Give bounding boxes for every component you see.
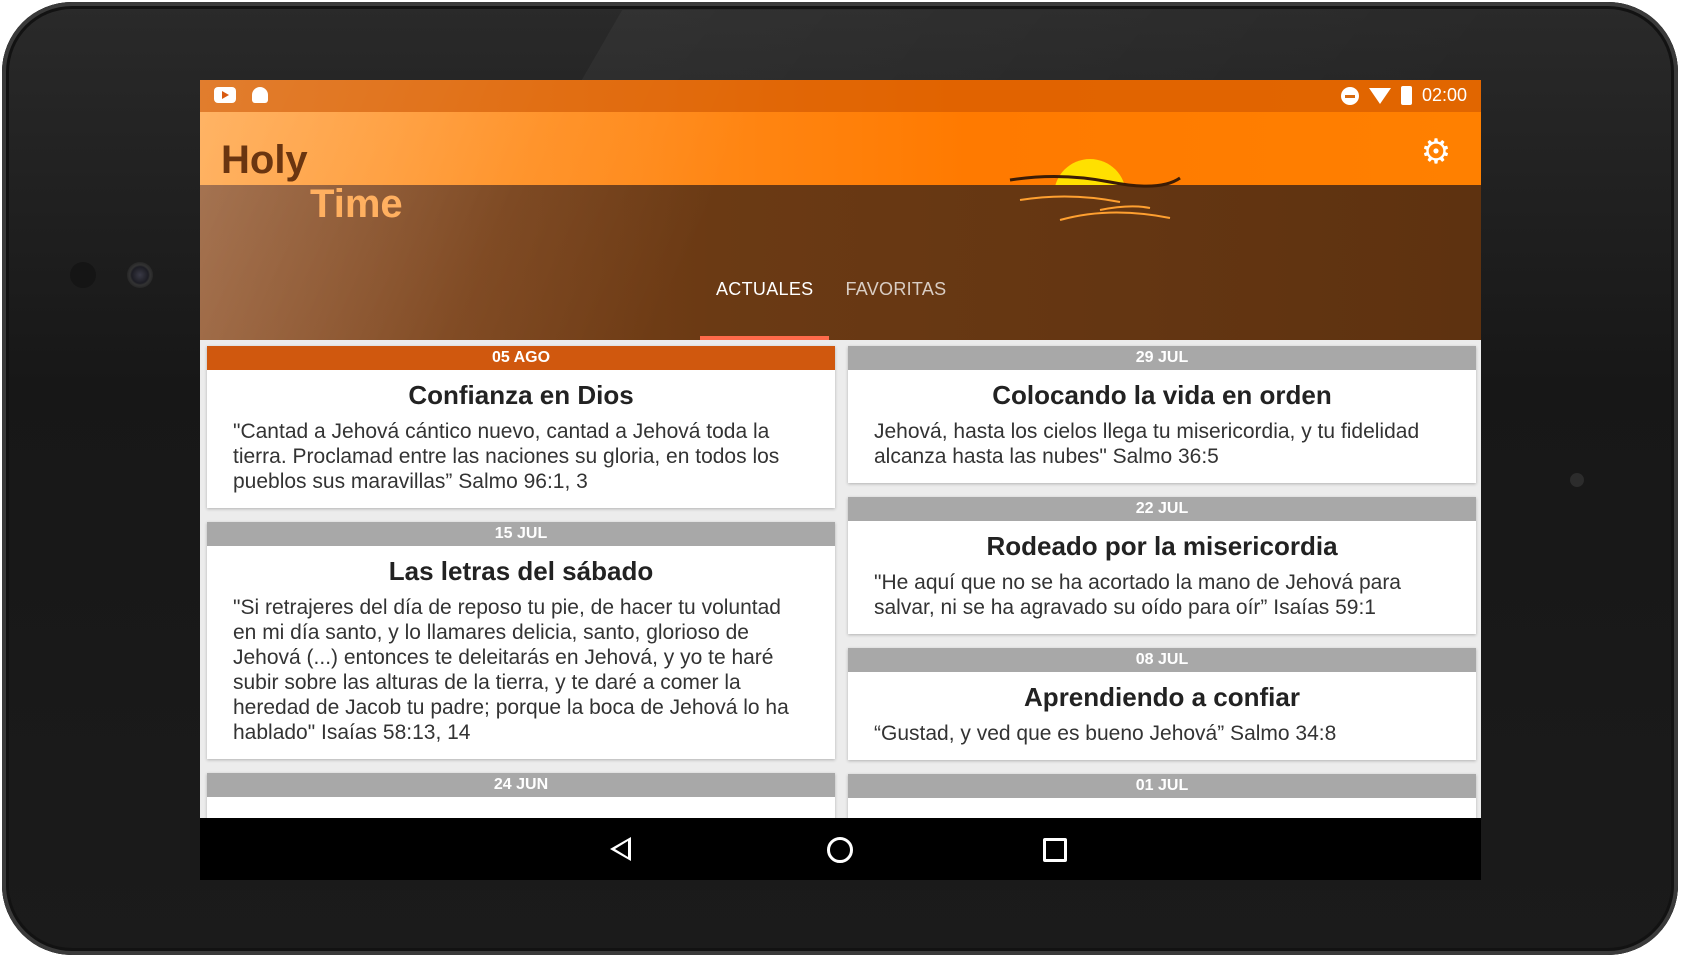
sun-icon [1009,159,1181,221]
status-bar: 02:00 [200,80,1481,112]
back-icon-inner [615,841,628,857]
card-title: Colocando la vida en orden [992,380,1332,410]
devotional-card[interactable]: 24 JUN [207,773,835,818]
app-screen: 02:00 Holy Time ⚙ ACTUALES FAVORITAS 05 … [200,80,1481,880]
tablet-device: 02:00 Holy Time ⚙ ACTUALES FAVORITAS 05 … [0,0,1682,959]
frame-glare [581,10,1523,80]
battery-icon [1400,86,1412,105]
card-date: 08 JUL [848,648,1476,672]
devotional-list: 05 AGO Confianza en Dios "Cantad a Jehov… [200,340,1481,818]
card-date: 24 JUN [207,773,835,797]
card-date: 22 JUL [848,497,1476,521]
home-icon[interactable] [827,837,853,863]
app-title-holy: Holy [221,138,308,182]
card-title [207,797,835,818]
card-title: Confianza en Dios [408,380,634,410]
status-left [214,87,268,103]
recent-apps-icon[interactable] [1043,838,1067,862]
do-not-disturb-icon [1340,86,1359,105]
left-column: 05 AGO Confianza en Dios "Cantad a Jehov… [207,346,835,818]
card-verse: "Cantad a Jehová cántico nuevo, cantad a… [233,420,780,493]
card-title: Las letras del sábado [388,556,654,586]
app-title-time: Time [310,182,403,226]
devotional-card[interactable]: 15 JUL Las letras del sábado "Si retraje… [207,522,835,759]
devotional-card[interactable]: 08 JUL Aprendiendo a confiar “Gustad, y … [848,648,1476,760]
gear-icon: ⚙ [1420,133,1452,171]
card-verse: “Gustad, y ved que es bueno Jehová” Salm… [874,722,1337,745]
wifi-icon [1368,87,1391,104]
proximity-sensor [70,262,96,288]
status-time: 02:00 [1421,85,1467,105]
devotional-card[interactable]: 29 JUL Colocando la vida en orden Jehová… [848,346,1476,483]
card-title [848,798,1476,818]
card-date: 29 JUL [848,346,1476,370]
card-verse: Jehová, hasta los cielos llega tu miseri… [874,420,1420,468]
card-date: 01 JUL [848,774,1476,798]
light-sensor [1570,473,1584,487]
card-title: Rodeado por la misericordia [986,531,1338,561]
card-verse: "He aquí que no se ha acortado la mano d… [874,571,1401,619]
android-notification-icon [252,87,268,103]
right-column: 29 JUL Colocando la vida en orden Jehová… [848,346,1476,818]
card-date: 15 JUL [207,522,835,546]
youtube-notification-icon [214,87,236,103]
card-verse: "Si retrajeres del día de reposo tu pie,… [233,596,789,744]
card-date: 05 AGO [207,346,835,370]
card-title: Aprendiendo a confiar [1024,682,1300,712]
tab-bar: ACTUALES FAVORITAS [700,260,963,340]
tab-actuales[interactable]: ACTUALES [700,260,830,340]
devotional-card[interactable]: 05 AGO Confianza en Dios "Cantad a Jehov… [207,346,835,508]
status-right: 02:00 [1340,85,1467,106]
devotional-card[interactable]: 22 JUL Rodeado por la misericordia "He a… [848,497,1476,634]
front-camera [127,262,153,288]
app-header: 02:00 Holy Time ⚙ ACTUALES FAVORITAS [200,80,1481,340]
settings-button[interactable]: ⚙ [1419,135,1453,169]
devotional-card[interactable]: 01 JUL [848,774,1476,818]
navigation-bar [200,818,1481,880]
tab-favoritas[interactable]: FAVORITAS [829,260,962,340]
